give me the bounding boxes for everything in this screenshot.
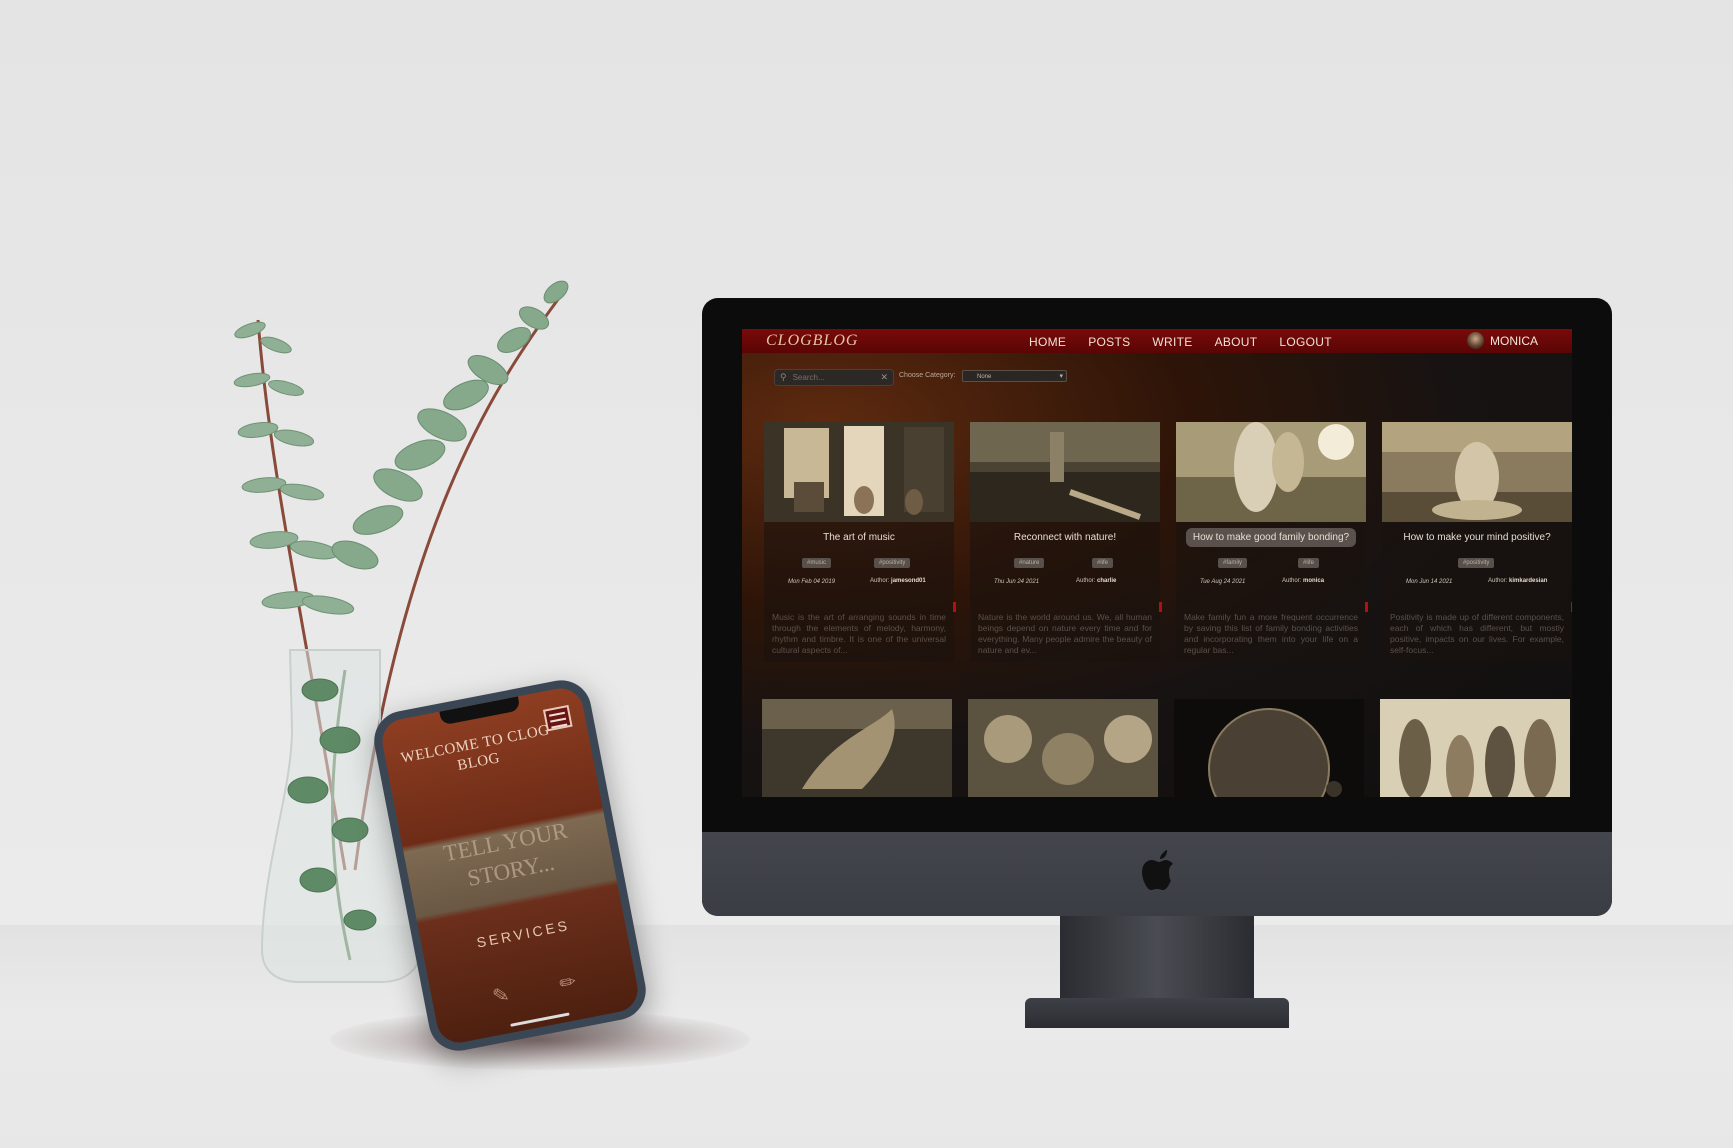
post-tag[interactable]: #music	[802, 558, 832, 568]
nav-logout[interactable]: LOGOUT	[1279, 335, 1331, 349]
card-accent	[1365, 602, 1368, 612]
post-tag[interactable]: #nature	[1014, 558, 1045, 568]
pencil-edit-icon[interactable]: ✏	[557, 968, 583, 996]
site-logo[interactable]: CLOGBLOG	[766, 332, 858, 350]
post-author: Author: kimkardesian	[1488, 578, 1548, 584]
post-image-music	[764, 422, 954, 522]
nav-posts[interactable]: POSTS	[1088, 335, 1130, 349]
post-image-dinosaur[interactable]	[762, 699, 952, 797]
card-accent	[1159, 602, 1162, 612]
post-tag[interactable]: #life	[1298, 558, 1320, 568]
post-image-nature	[970, 422, 1160, 522]
post-card[interactable]: How to make your mind positive? #positiv…	[1382, 422, 1572, 662]
card-accent	[953, 602, 956, 612]
avatar[interactable]	[1467, 332, 1484, 349]
post-card[interactable]: How to make good family bonding? #family…	[1176, 422, 1368, 662]
post-title[interactable]: How to make your mind positive?	[1382, 532, 1572, 543]
category-select[interactable]: None	[962, 370, 1067, 383]
post-tag[interactable]: #positivity	[1458, 558, 1495, 568]
post-excerpt: Make family fun a more frequent occurren…	[1184, 612, 1358, 655]
post-image-food[interactable]	[968, 699, 1158, 797]
post-image-friends[interactable]	[1380, 699, 1570, 797]
search-icon: ⚲	[780, 372, 787, 382]
phone-hero-text: TELL YOUR STORY...	[441, 817, 570, 892]
imac-stand-foot	[1025, 998, 1289, 1028]
imac-stand-neck	[1060, 916, 1254, 1000]
post-excerpt: Music is the art of arranging sounds in …	[772, 612, 946, 655]
post-author: Author: monica	[1282, 578, 1325, 584]
imac-screen: CLOGBLOG HOME POSTS WRITE ABOUT LOGOUT M…	[742, 329, 1572, 797]
top-navbar: CLOGBLOG HOME POSTS WRITE ABOUT LOGOUT M…	[742, 329, 1572, 353]
post-image-meditation	[1382, 422, 1572, 522]
post-image-family	[1176, 422, 1366, 522]
post-tag[interactable]: #family	[1218, 558, 1248, 568]
post-excerpt: Nature is the world around us. We, all h…	[978, 612, 1152, 655]
post-title[interactable]: Reconnect with nature!	[970, 532, 1160, 543]
post-image-planet[interactable]	[1174, 699, 1364, 797]
document-edit-icon[interactable]: ✎	[490, 981, 516, 1009]
search-placeholder: Search...	[792, 373, 825, 382]
apple-logo-icon	[1142, 850, 1173, 890]
nav-links: HOME POSTS WRITE ABOUT LOGOUT	[1029, 335, 1332, 349]
nav-about[interactable]: ABOUT	[1215, 335, 1258, 349]
phone-welcome-heading: WELCOME TO CLOG BLOG	[399, 722, 551, 775]
user-menu[interactable]: MONICA	[1467, 332, 1538, 349]
post-tag[interactable]: #positivity	[874, 558, 911, 568]
post-card[interactable]: Reconnect with nature! #nature #life Thu…	[970, 422, 1162, 662]
post-author: Author: jamesond01	[870, 578, 926, 584]
post-date: Tue Aug 24 2021	[1200, 579, 1246, 585]
home-indicator	[510, 1012, 570, 1027]
phone-services-heading: SERVICES	[475, 916, 572, 951]
post-date: Mon Feb 04 2019	[788, 579, 836, 585]
category-label: Choose Category:	[899, 372, 956, 379]
post-date: Thu Jun 24 2021	[994, 579, 1040, 585]
post-title[interactable]: The art of music	[764, 532, 954, 543]
user-name: MONICA	[1490, 333, 1538, 348]
search-input[interactable]: ⚲ Search... ✕	[774, 369, 894, 386]
clear-search-icon[interactable]: ✕	[880, 372, 888, 383]
post-date: Mon Jun 14 2021	[1406, 579, 1453, 585]
post-title[interactable]: How to make good family bonding?	[1176, 528, 1366, 547]
phone-notch	[439, 696, 521, 726]
post-card[interactable]: The art of music #music #positivity Mon …	[764, 422, 956, 662]
card-accent	[1571, 602, 1572, 612]
post-excerpt: Positivity is made up of different compo…	[1390, 612, 1564, 655]
post-author: Author: charlie	[1076, 578, 1117, 584]
nav-write[interactable]: WRITE	[1152, 335, 1192, 349]
nav-home[interactable]: HOME	[1029, 335, 1066, 349]
post-tag[interactable]: #life	[1092, 558, 1114, 568]
